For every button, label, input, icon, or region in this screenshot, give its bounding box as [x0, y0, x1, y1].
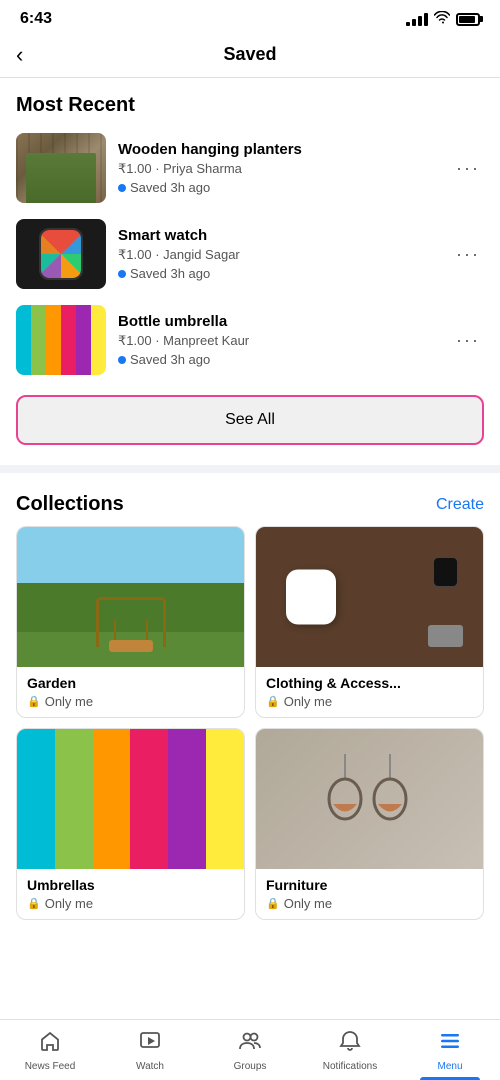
list-item[interactable]: Smart watch ₹1.00 · Jangid Sagar Saved 3…	[0, 211, 500, 297]
collection-grid: Garden 🔒 Only me Clothing & Access...	[0, 526, 500, 936]
nav-label-notifications: Notifications	[323, 1061, 377, 1072]
collection-thumbnail	[256, 527, 483, 667]
status-time: 6:43	[20, 10, 52, 28]
status-bar: 6:43	[0, 0, 500, 34]
collection-card[interactable]: Clothing & Access... 🔒 Only me	[255, 526, 484, 718]
collection-info: Umbrellas 🔒 Only me	[17, 869, 244, 919]
item-info: Bottle umbrella ₹1.00 · Manpreet Kaur Sa…	[118, 313, 440, 367]
lock-icon: 🔒	[27, 695, 41, 708]
umbrella-graphic	[16, 305, 106, 375]
bell-icon	[339, 1030, 361, 1058]
collection-thumbnail	[256, 729, 483, 869]
item-title: Bottle umbrella	[118, 313, 440, 330]
collection-card[interactable]: Garden 🔒 Only me	[16, 526, 245, 718]
menu-icon	[439, 1030, 461, 1058]
item-title: Wooden hanging planters	[118, 141, 440, 158]
collection-privacy: 🔒 Only me	[27, 896, 234, 911]
item-saved-time: Saved 3h ago	[118, 180, 440, 195]
back-button[interactable]: ‹	[16, 42, 23, 68]
item-price: ₹1.00 · Manpreet Kaur	[118, 333, 440, 349]
blue-dot-icon	[118, 184, 126, 192]
groups-icon	[238, 1030, 262, 1058]
card-graphic	[428, 625, 463, 647]
list-item[interactable]: Bottle umbrella ₹1.00 · Manpreet Kaur Sa…	[0, 297, 500, 383]
collection-privacy: 🔒 Only me	[27, 694, 234, 709]
most-recent-title: Most Recent	[0, 78, 500, 125]
nav-label-news-feed: News Feed	[25, 1061, 76, 1072]
collection-card[interactable]: Furniture 🔒 Only me	[255, 728, 484, 920]
collections-header: Collections Create	[0, 481, 500, 526]
collection-info: Furniture 🔒 Only me	[256, 869, 483, 919]
item-info: Smart watch ₹1.00 · Jangid Sagar Saved 3…	[118, 227, 440, 281]
item-info: Wooden hanging planters ₹1.00 · Priya Sh…	[118, 141, 440, 195]
watch-nav-icon	[139, 1030, 161, 1058]
status-icons	[406, 11, 480, 28]
signal-icon	[406, 13, 428, 26]
collection-thumbnail	[17, 527, 244, 667]
more-options-button[interactable]: ···	[452, 326, 484, 355]
item-title: Smart watch	[118, 227, 440, 244]
wifi-icon	[434, 11, 450, 28]
chairs-graphic	[325, 749, 415, 849]
page-content: Most Recent Wooden hanging planters ₹1.0…	[0, 78, 500, 1016]
collection-name: Clothing & Access...	[266, 675, 473, 691]
collection-privacy: 🔒 Only me	[266, 694, 473, 709]
blue-dot-icon	[118, 356, 126, 364]
item-price: ₹1.00 · Priya Sharma	[118, 161, 440, 177]
nav-label-menu: Menu	[437, 1061, 462, 1072]
item-thumbnail	[16, 219, 106, 289]
nav-groups[interactable]: Groups	[200, 1020, 300, 1080]
see-all-container: See All	[0, 383, 500, 457]
lock-icon: 🔒	[266, 897, 280, 910]
see-all-button[interactable]: See All	[16, 395, 484, 445]
nav-news-feed[interactable]: News Feed	[0, 1020, 100, 1080]
collection-info: Garden 🔒 Only me	[17, 667, 244, 717]
collection-name: Furniture	[266, 877, 473, 893]
nav-label-groups: Groups	[234, 1061, 267, 1072]
most-recent-section: Most Recent Wooden hanging planters ₹1.0…	[0, 78, 500, 457]
collection-thumbnail	[17, 729, 244, 869]
item-saved-time: Saved 3h ago	[118, 352, 440, 367]
collections-section: Collections Create Garden 🔒	[0, 481, 500, 936]
bottom-navigation: News Feed Watch Groups Not	[0, 1019, 500, 1080]
nav-label-watch: Watch	[136, 1061, 164, 1072]
item-saved-time: Saved 3h ago	[118, 266, 440, 281]
blue-dot-icon	[118, 270, 126, 278]
more-options-button[interactable]: ···	[452, 240, 484, 269]
collection-name: Umbrellas	[27, 877, 234, 893]
swing-graphic	[96, 597, 166, 657]
item-price: ₹1.00 · Jangid Sagar	[118, 247, 440, 263]
page-title: Saved	[223, 44, 276, 65]
list-item[interactable]: Wooden hanging planters ₹1.00 · Priya Sh…	[0, 125, 500, 211]
item-thumbnail	[16, 133, 106, 203]
more-options-button[interactable]: ···	[452, 154, 484, 183]
header: ‹ Saved	[0, 34, 500, 78]
watch-face-icon	[39, 228, 83, 280]
lock-icon: 🔒	[27, 897, 41, 910]
airpods-graphic	[286, 570, 336, 625]
collection-privacy: 🔒 Only me	[266, 896, 473, 911]
battery-icon	[456, 13, 480, 26]
nav-menu[interactable]: Menu	[400, 1020, 500, 1080]
collection-card[interactable]: Umbrellas 🔒 Only me	[16, 728, 245, 920]
create-collection-button[interactable]: Create	[436, 496, 484, 514]
home-icon	[39, 1030, 61, 1058]
nav-notifications[interactable]: Notifications	[300, 1020, 400, 1080]
lock-icon: 🔒	[266, 695, 280, 708]
section-divider	[0, 465, 500, 473]
watch-graphic	[433, 557, 458, 587]
collections-title: Collections	[16, 493, 124, 516]
nav-watch[interactable]: Watch	[100, 1020, 200, 1080]
collection-info: Clothing & Access... 🔒 Only me	[256, 667, 483, 717]
item-thumbnail	[16, 305, 106, 375]
umbrella-graphic	[17, 729, 244, 869]
collection-name: Garden	[27, 675, 234, 691]
